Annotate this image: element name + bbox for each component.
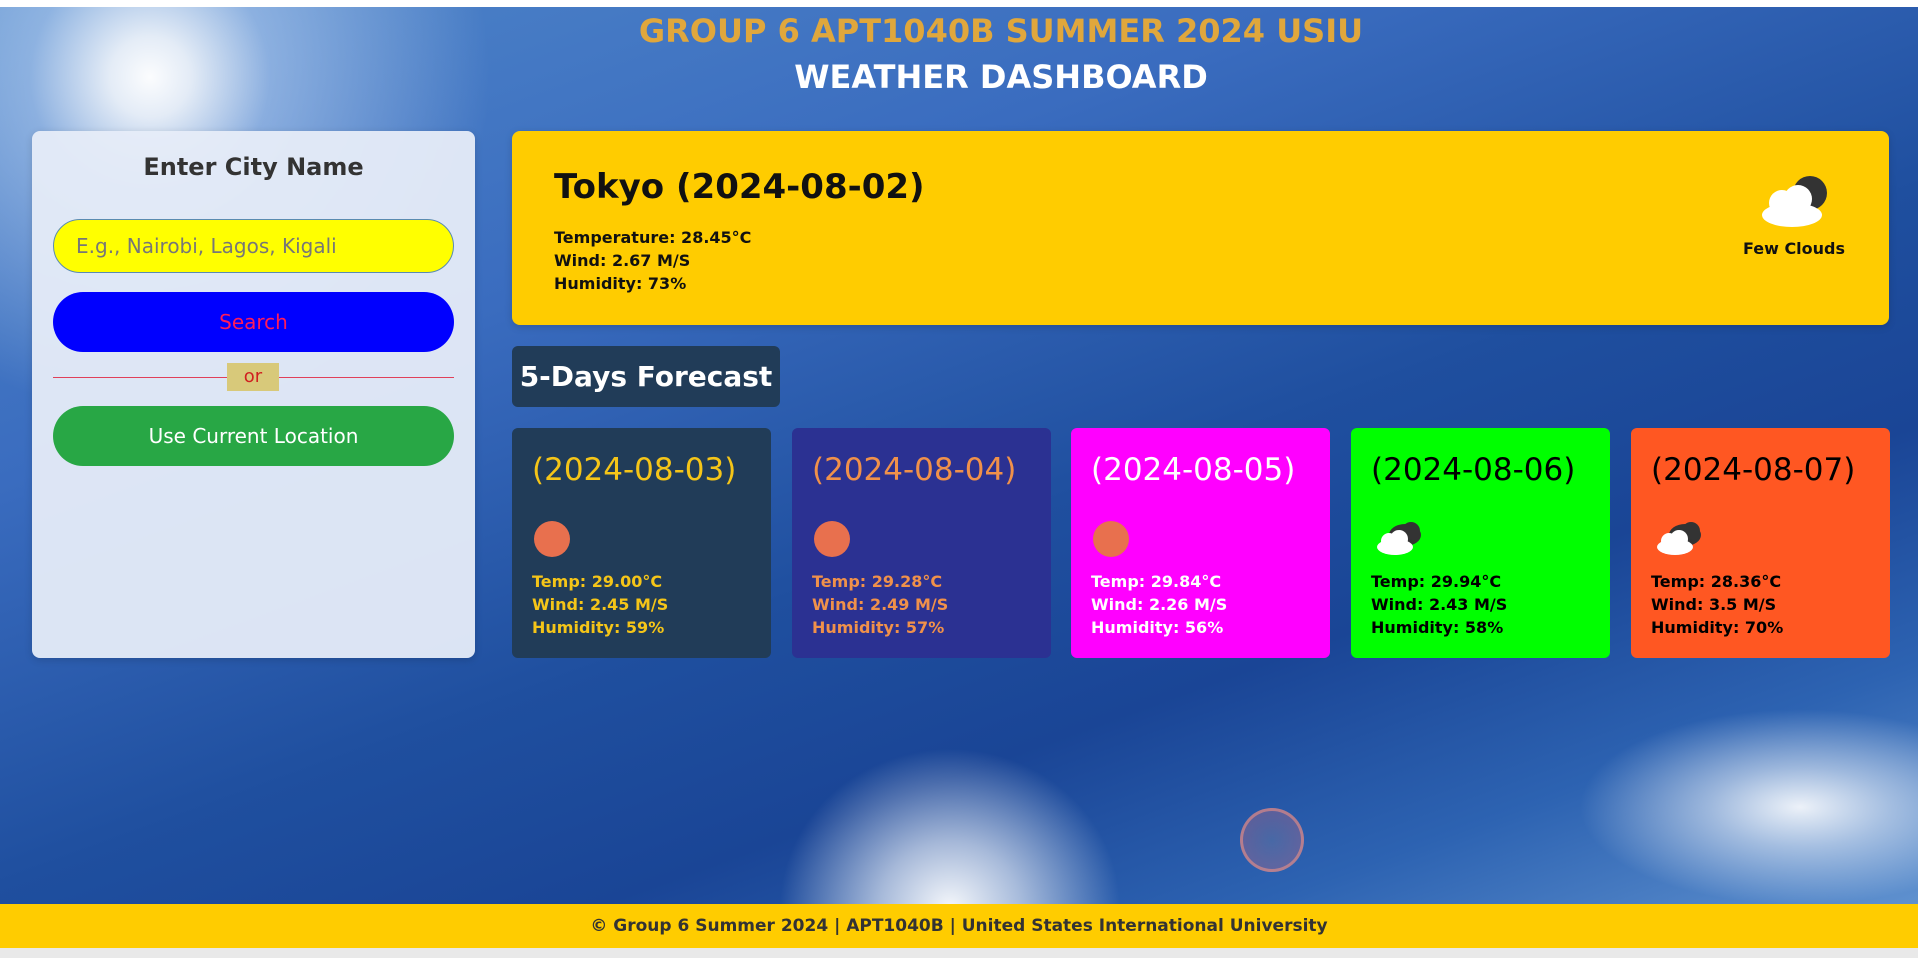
forecast-date: (2024-08-07) [1651,452,1856,488]
forecast-card: (2024-08-05) Temp: 29.84°C Wind: 2.26 M/… [1071,428,1330,658]
few-clouds-icon [1762,176,1827,227]
footer-text: © Group 6 Summer 2024 | APT1040B | Unite… [590,916,1328,936]
forecast-details: Temp: 28.36°C Wind: 3.5 M/S Humidity: 70… [1651,570,1783,639]
forecast-heading: 5-Days Forecast [512,346,780,407]
sun-icon [1093,521,1129,557]
header-dashboard-title: WEATHER DASHBOARD [794,58,1208,96]
forecast-temp: Temp: 29.94°C [1371,572,1502,591]
sun-icon [534,521,570,557]
forecast-humidity: Humidity: 56% [1091,618,1224,637]
forecast-details: Temp: 29.84°C Wind: 2.26 M/S Humidity: 5… [1091,570,1227,639]
forecast-wind: Wind: 2.49 M/S [812,595,949,614]
header-group-title: GROUP 6 APT1040B SUMMER 2024 USIU [638,12,1364,50]
current-city-title: Tokyo (2024-08-02) [554,167,925,207]
forecast-temp: Temp: 29.84°C [1091,572,1222,591]
current-weather-description: Few Clouds [1742,239,1846,258]
forecast-card: (2024-08-07) Temp: 28.36°C Wind: 3.5 M/S… [1631,428,1890,658]
current-weather-card: Tokyo (2024-08-02) Temperature: 28.45°C … [512,131,1889,325]
current-temperature: Temperature: 28.45°C [554,228,752,247]
current-humidity: Humidity: 73% [554,274,687,293]
forecast-wind: Wind: 2.43 M/S [1371,595,1508,614]
search-button[interactable]: Search [53,292,454,352]
forecast-temp: Temp: 28.36°C [1651,572,1782,591]
forecast-wind: Wind: 2.26 M/S [1091,595,1228,614]
lens-flare [1240,808,1304,872]
forecast-wind: Wind: 2.45 M/S [532,595,669,614]
forecast-date: (2024-08-06) [1371,452,1576,488]
search-panel: Enter City Name Search or Use Current Lo… [32,131,475,658]
forecast-date: (2024-08-05) [1091,452,1296,488]
forecast-details: Temp: 29.28°C Wind: 2.49 M/S Humidity: 5… [812,570,948,639]
forecast-humidity: Humidity: 58% [1371,618,1504,637]
forecast-temp: Temp: 29.00°C [532,572,663,591]
footer: © Group 6 Summer 2024 | APT1040B | Unite… [0,904,1918,948]
current-wind: Wind: 2.67 M/S [554,251,691,270]
forecast-humidity: Humidity: 70% [1651,618,1784,637]
search-panel-title: Enter City Name [143,153,364,181]
broken-clouds-icon [1377,522,1421,555]
current-weather-icon-wrap: Few Clouds [1739,173,1849,258]
city-search-input[interactable] [53,219,454,273]
use-current-location-button[interactable]: Use Current Location [53,406,454,466]
forecast-humidity: Humidity: 57% [812,618,945,637]
forecast-details: Temp: 29.94°C Wind: 2.43 M/S Humidity: 5… [1371,570,1507,639]
forecast-humidity: Humidity: 59% [532,618,665,637]
forecast-card: (2024-08-04) Temp: 29.28°C Wind: 2.49 M/… [792,428,1051,658]
forecast-date: (2024-08-03) [532,452,737,488]
forecast-date: (2024-08-04) [812,452,1017,488]
forecast-details: Temp: 29.00°C Wind: 2.45 M/S Humidity: 5… [532,570,668,639]
forecast-temp: Temp: 29.28°C [812,572,943,591]
forecast-card: (2024-08-06) Temp: 29.94°C Wind: 2.43 M/… [1351,428,1610,658]
sun-icon [814,521,850,557]
or-label: or [227,363,279,391]
broken-clouds-icon [1657,522,1701,555]
current-weather-details: Temperature: 28.45°C Wind: 2.67 M/S Humi… [554,226,751,295]
forecast-wind: Wind: 3.5 M/S [1651,595,1777,614]
bottom-strip [0,948,1918,958]
forecast-card: (2024-08-03) Temp: 29.00°C Wind: 2.45 M/… [512,428,771,658]
